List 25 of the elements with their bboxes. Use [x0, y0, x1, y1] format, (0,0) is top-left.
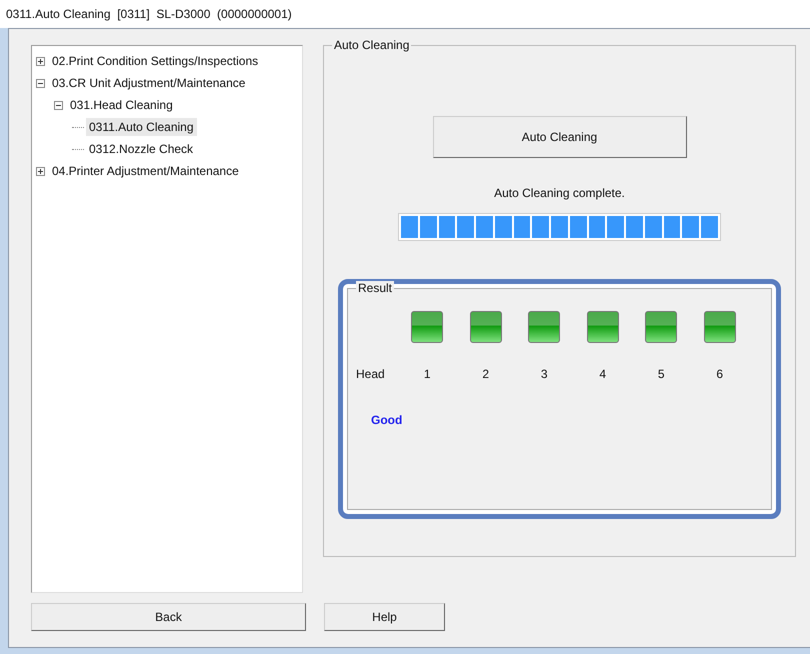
head-number: 4 — [599, 367, 606, 381]
head-label: Head — [356, 367, 386, 381]
expander-icon[interactable] — [36, 56, 45, 66]
window-title: 0311.Auto Cleaning [0311] SL-D3000 (0000000001) — [6, 7, 292, 21]
tree-item[interactable]: 03.CR Unit Adjustment/Maintenance — [49, 74, 248, 92]
head-number: 1 — [424, 367, 431, 381]
help-button[interactable]: Help — [324, 603, 445, 631]
tree-item[interactable]: 02.Print Condition Settings/Inspections — [49, 52, 262, 70]
expander-icon[interactable] — [36, 166, 45, 176]
head-number: 3 — [540, 367, 548, 381]
result-verdict: Good — [371, 413, 404, 427]
tree-item[interactable]: 031.Head Cleaning — [67, 96, 176, 114]
group-title: Result — [356, 281, 394, 295]
status-text: Auto Cleaning complete. — [494, 186, 625, 200]
head-number: 5 — [658, 367, 665, 381]
head-number: 2 — [482, 367, 490, 381]
head-number: 6 — [716, 367, 724, 381]
tree-item[interactable]: 04.Printer Adjustment/Maintenance — [49, 162, 242, 180]
group-title: Auto Cleaning — [332, 38, 412, 52]
auto-cleaning-button[interactable]: Auto Cleaning — [432, 116, 686, 158]
expander-icon[interactable] — [54, 100, 63, 110]
back-button[interactable]: Back — [31, 603, 306, 631]
expander-icon[interactable] — [36, 78, 45, 88]
tree-item[interactable]: 0311.Auto Cleaning — [86, 118, 197, 136]
tree-item[interactable]: 0312.Nozzle Check — [86, 140, 196, 158]
